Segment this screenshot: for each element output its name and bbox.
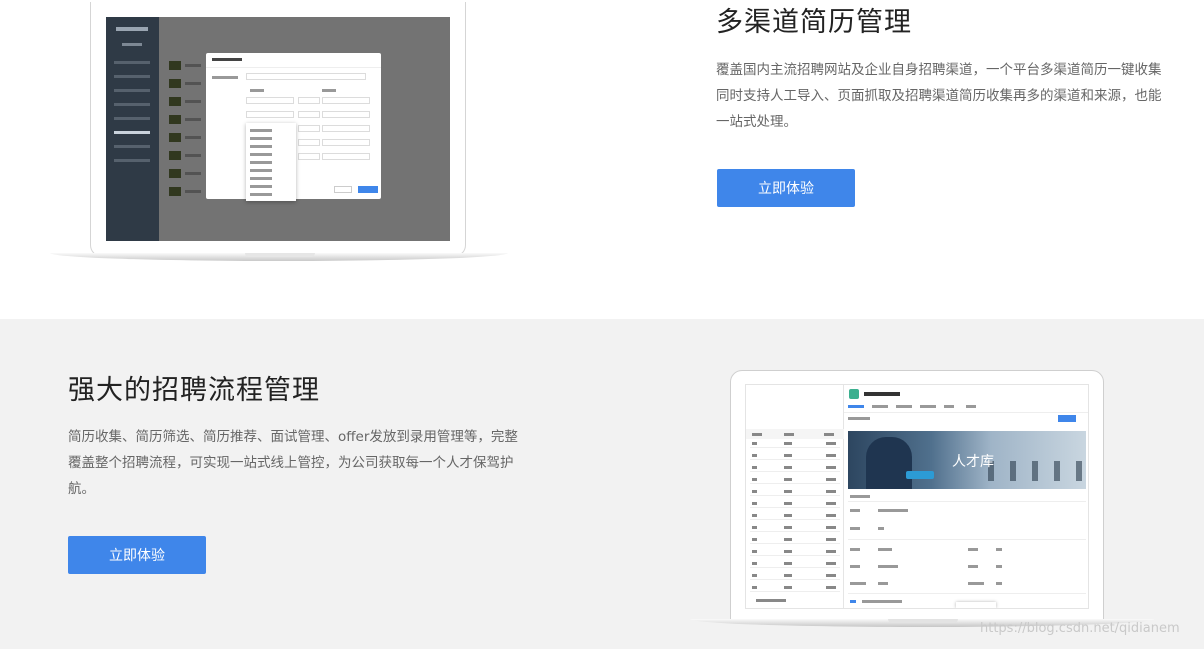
candidate-table (746, 385, 844, 608)
section-title: 强大的招聘流程管理 (68, 375, 320, 406)
page: 多渠道简历管理 覆盖国内主流招聘网站及企业自身招聘渠道，一个平台多渠道简历一键收… (0, 0, 1204, 649)
channel-settings-dialog (206, 53, 381, 201)
multi-channel-section: 多渠道简历管理 覆盖国内主流招聘网站及企业自身招聘渠道，一个平台多渠道简历一键收… (0, 0, 1204, 319)
try-now-button[interactable]: 立即体验 (68, 536, 206, 574)
candidate-detail-panel: 人才库 (844, 385, 1088, 608)
laptop-screen (106, 17, 450, 241)
section-title: 多渠道简历管理 (716, 7, 912, 38)
laptop-mockup-talent-pool: 人才库 (690, 370, 1154, 632)
try-now-button[interactable]: 立即体验 (717, 169, 855, 207)
app-sidebar (106, 17, 159, 241)
field-dropdown (246, 123, 296, 201)
laptop-mockup-resume-channels (50, 0, 508, 268)
section-description: 简历收集、简历筛选、简历推荐、面试管理、offer发放到录用管理等，完整覆盖整个… (68, 429, 518, 497)
person-image (866, 437, 912, 489)
section-description: 覆盖国内主流招聘网站及企业自身招聘渠道，一个平台多渠道简历一键收集同时支持人工导… (716, 62, 1162, 130)
candidate-avatar (849, 389, 859, 399)
banner-text: 人才库 (952, 454, 994, 470)
talent-pool-banner: 人才库 (848, 431, 1086, 489)
watermark-text: https://blog.csdn.net/qidianem (980, 621, 1180, 636)
laptop-screen: 人才库 (745, 384, 1089, 609)
